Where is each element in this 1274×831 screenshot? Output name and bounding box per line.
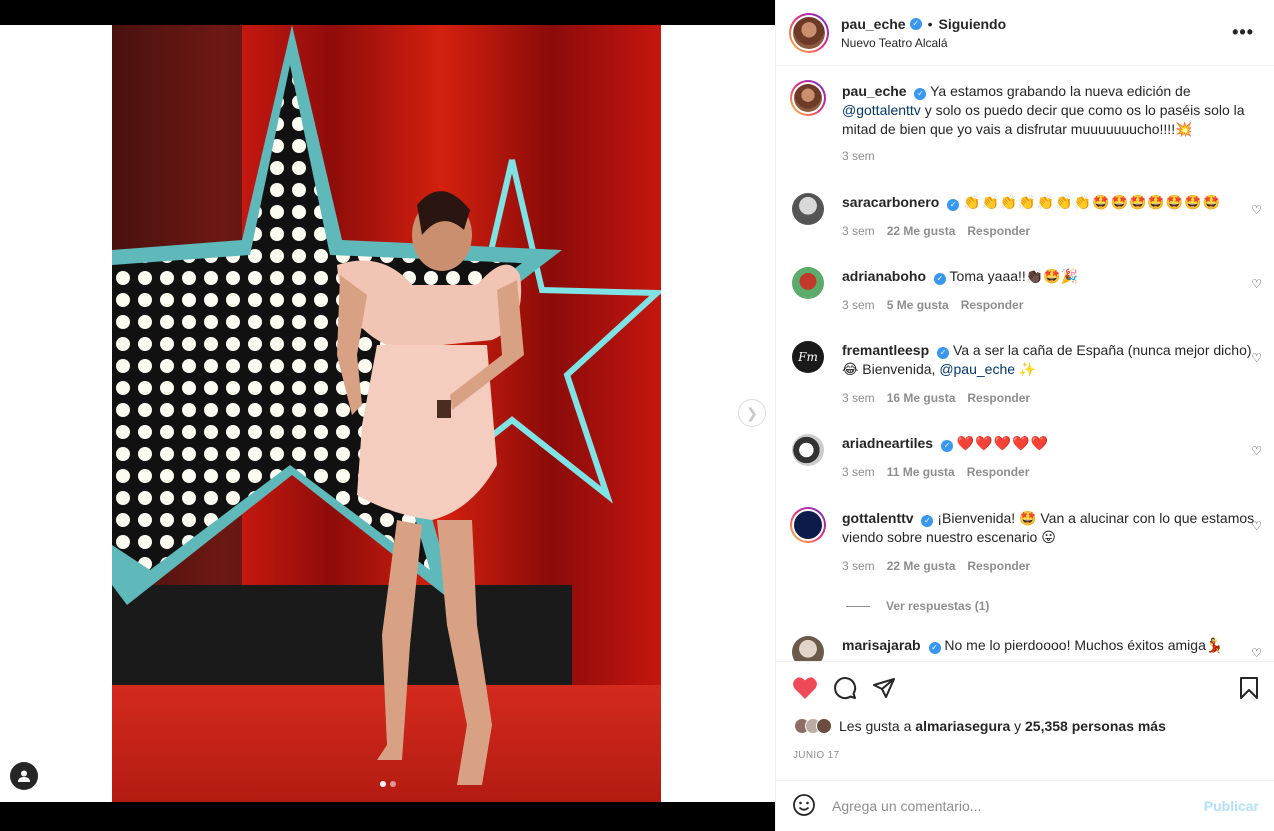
comment-item: ariadneartiles ✓ ❤️❤️❤️❤️❤️ 3 sem 11 Me g… <box>792 434 1262 479</box>
comment-text-suffix: ✨ <box>1018 361 1037 377</box>
verified-icon: ✓ <box>947 199 960 211</box>
following-button[interactable]: Siguiendo <box>939 16 1007 32</box>
likes-middle: y <box>1014 718 1022 734</box>
comments-list[interactable]: pau_eche ✓ Ya estamos grabando la nueva … <box>776 66 1274 661</box>
comment-text: 👏👏👏👏👏👏👏🤩🤩🤩🤩🤩🤩🤩 <box>963 194 1222 210</box>
verified-icon: ✓ <box>909 17 922 30</box>
commenter-avatar[interactable] <box>790 507 826 543</box>
caption: pau_eche ✓ Ya estamos grabando la nueva … <box>790 80 1262 163</box>
verified-icon: ✓ <box>940 440 953 452</box>
post-date[interactable]: JUNIO 17 <box>793 750 839 761</box>
comment-item: adrianaboho ✓ Toma yaaa!!👏🏿🤩🎉 3 sem 5 Me … <box>792 267 1262 312</box>
like-comment-heart-icon[interactable]: ♡ <box>1251 203 1262 217</box>
reply-button[interactable]: Responder <box>967 465 1030 479</box>
comment-input[interactable] <box>832 798 1204 814</box>
caption-avatar[interactable] <box>790 80 826 116</box>
add-comment-bar: Publicar <box>776 780 1274 831</box>
comment-time[interactable]: 3 sem <box>842 224 875 238</box>
caption-time[interactable]: 3 sem <box>842 149 875 163</box>
user-icon <box>18 770 30 782</box>
carousel-dot-active <box>380 781 386 787</box>
chevron-right-icon: ❯ <box>746 404 758 421</box>
commenter-avatar[interactable] <box>792 434 824 466</box>
like-heart-icon[interactable] <box>792 676 818 700</box>
like-comment-heart-icon[interactable]: ♡ <box>1251 519 1262 533</box>
comment-text: No me lo pierdoooo! Muchos éxitos amiga💃 <box>944 637 1224 653</box>
comment-text: Toma yaaa!!👏🏿🤩🎉 <box>949 268 1079 284</box>
commenter-avatar[interactable] <box>792 267 824 299</box>
comment-text: ❤️❤️❤️❤️❤️ <box>956 435 1050 451</box>
liker-avatar <box>816 718 832 734</box>
commenter-avatar[interactable]: Fm <box>792 341 824 373</box>
likes-count[interactable]: 25,358 personas más <box>1025 718 1166 734</box>
comment-mention[interactable]: @pau_eche <box>939 361 1015 377</box>
comment-time[interactable]: 3 sem <box>842 559 875 573</box>
post-header: pau_eche ✓ • Siguiendo Nuevo Teatro Alca… <box>776 0 1274 66</box>
tagged-users-button[interactable] <box>10 762 38 790</box>
comment-likes[interactable]: 5 Me gusta <box>887 298 949 312</box>
view-replies-label: Ver respuestas (1) <box>886 599 990 613</box>
post-panel: pau_eche ✓ • Siguiendo Nuevo Teatro Alca… <box>775 0 1274 831</box>
author-avatar[interactable] <box>789 12 829 53</box>
like-comment-heart-icon[interactable]: ♡ <box>1251 351 1262 365</box>
comment-likes[interactable]: 22 Me gusta <box>887 224 956 238</box>
like-comment-heart-icon[interactable]: ♡ <box>1251 444 1262 458</box>
share-icon[interactable] <box>872 676 896 700</box>
comment-time[interactable]: 3 sem <box>842 298 875 312</box>
like-comment-heart-icon[interactable]: ♡ <box>1251 277 1262 291</box>
bookmark-icon[interactable] <box>1238 676 1260 700</box>
caption-mention[interactable]: @gottalenttv <box>842 102 921 118</box>
comment-likes[interactable]: 11 Me gusta <box>887 465 955 479</box>
comment-icon[interactable] <box>832 676 858 700</box>
verified-icon: ✓ <box>921 515 934 527</box>
likes-summary: Les gusta a almariasegura y 25,358 perso… <box>794 718 1166 734</box>
publish-button[interactable]: Publicar <box>1204 798 1259 814</box>
photo-illustration <box>112 25 661 802</box>
comment-item: marisajarab ✓ No me lo pierdoooo! Muchos… <box>792 636 1262 661</box>
carousel-indicator <box>380 781 396 787</box>
likes-prefix: Les gusta a <box>839 718 912 734</box>
verified-icon: ✓ <box>933 273 946 285</box>
comment-username[interactable]: gottalenttv <box>842 510 914 526</box>
comment-likes[interactable]: 16 Me gusta <box>887 391 956 405</box>
comment-item: saracarbonero ✓ 👏👏👏👏👏👏👏🤩🤩🤩🤩🤩🤩🤩 3 sem 22 M… <box>792 193 1262 238</box>
reply-button[interactable]: Responder <box>961 298 1024 312</box>
comment-username[interactable]: marisajarab <box>842 637 921 653</box>
reply-button[interactable]: Responder <box>967 559 1030 573</box>
carousel-dot <box>390 781 396 787</box>
media-area: ❯ <box>0 0 775 831</box>
comment-time[interactable]: 3 sem <box>842 465 875 479</box>
comment-username[interactable]: adrianaboho <box>842 268 926 284</box>
comment-username[interactable]: saracarbonero <box>842 194 939 210</box>
comment-time[interactable]: 3 sem <box>842 391 875 405</box>
replies-line <box>846 605 870 607</box>
likes-user[interactable]: almariasegura <box>915 718 1010 734</box>
comment-likes[interactable]: 22 Me gusta <box>887 559 956 573</box>
verified-icon: ✓ <box>937 347 950 359</box>
verified-icon: ✓ <box>914 88 927 100</box>
comment-item: gottalenttv ✓ ¡Bienvenida! 🤩 Van a aluci… <box>790 507 1262 573</box>
post-actions: Les gusta a almariasegura y 25,358 perso… <box>776 661 1274 780</box>
post-location[interactable]: Nuevo Teatro Alcalá <box>841 36 1006 50</box>
comment-username[interactable]: fremantleesp <box>842 342 929 358</box>
more-options-icon[interactable]: ••• <box>1232 22 1254 43</box>
like-comment-heart-icon[interactable]: ♡ <box>1251 646 1262 660</box>
author-username[interactable]: pau_eche <box>841 16 906 32</box>
comment-username[interactable]: ariadneartiles <box>842 435 933 451</box>
caption-username[interactable]: pau_eche <box>842 83 907 99</box>
liker-avatars[interactable] <box>794 718 832 734</box>
comment-item: Fm fremantleesp ✓ Va a ser la caña de Es… <box>792 341 1262 405</box>
verified-icon: ✓ <box>928 642 941 654</box>
commenter-avatar[interactable] <box>792 636 824 661</box>
reply-button[interactable]: Responder <box>967 224 1030 238</box>
view-replies-button[interactable]: Ver respuestas (1) <box>846 599 989 613</box>
reply-button[interactable]: Responder <box>967 391 1030 405</box>
post-photo[interactable] <box>112 25 661 802</box>
commenter-avatar[interactable] <box>792 193 824 225</box>
separator: • <box>927 15 933 32</box>
emoji-icon[interactable] <box>792 793 816 820</box>
next-slide-button[interactable]: ❯ <box>738 399 766 427</box>
caption-text-start: Ya estamos grabando la nueva edición de <box>930 83 1191 99</box>
